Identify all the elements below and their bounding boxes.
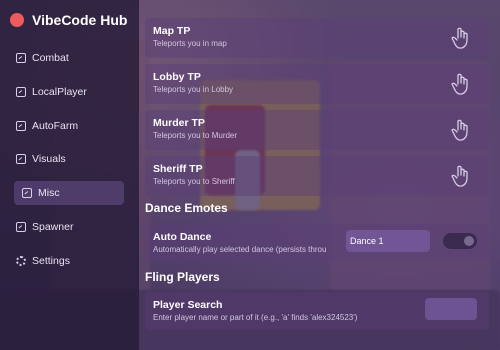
gear-icon bbox=[16, 256, 26, 266]
card-subtitle: Automatically play selected dance (persi… bbox=[153, 245, 327, 254]
player-search-input[interactable] bbox=[425, 298, 477, 320]
card-subtitle: Teleports you in Lobby bbox=[153, 85, 234, 94]
teleport-map-card[interactable]: Map TP Teleports you in map bbox=[145, 18, 489, 58]
sidebar-item-label: LocalPlayer bbox=[32, 86, 87, 98]
brand: VibeCode Hub bbox=[10, 10, 127, 30]
sidebar-item-visuals[interactable]: Visuals bbox=[8, 147, 134, 171]
card-title: Sheriff TP bbox=[153, 163, 203, 175]
hand-pointer-icon[interactable] bbox=[451, 73, 469, 95]
card-subtitle: Teleports you to Murder bbox=[153, 131, 238, 140]
auto-dance-toggle[interactable] bbox=[443, 233, 477, 249]
window-icon bbox=[16, 222, 26, 232]
card-subtitle: Teleports you in map bbox=[153, 39, 227, 48]
hub-window: VibeCode Hub Combat LocalPlayer AutoFarm… bbox=[0, 0, 500, 350]
sidebar-item-label: Misc bbox=[38, 187, 60, 199]
sidebar-item-combat[interactable]: Combat bbox=[8, 46, 134, 70]
window-icon bbox=[16, 53, 26, 63]
sidebar-item-label: Combat bbox=[32, 52, 69, 64]
card-title: Auto Dance bbox=[153, 231, 212, 243]
sidebar-item-settings[interactable]: Settings bbox=[8, 249, 134, 273]
hand-pointer-icon[interactable] bbox=[451, 165, 469, 187]
dance-select[interactable]: Dance 1 bbox=[346, 230, 430, 252]
teleport-lobby-card[interactable]: Lobby TP Teleports you in Lobby bbox=[145, 64, 489, 104]
sidebar-item-spawner[interactable]: Spawner bbox=[8, 215, 134, 239]
sidebar-item-label: Visuals bbox=[32, 153, 66, 165]
card-title: Map TP bbox=[153, 25, 191, 37]
sidebar-item-label: Spawner bbox=[32, 221, 74, 233]
sidebar-item-label: Settings bbox=[32, 255, 70, 267]
section-heading-fling: Fling Players bbox=[145, 270, 220, 284]
card-subtitle: Teleports you to Sheriff bbox=[153, 177, 235, 186]
player-search-card: Player Search Enter player name or part … bbox=[145, 292, 489, 330]
window-icon bbox=[22, 188, 32, 198]
sidebar: VibeCode Hub Combat LocalPlayer AutoFarm… bbox=[0, 0, 139, 350]
toggle-knob bbox=[464, 236, 474, 246]
card-title: Player Search bbox=[153, 299, 223, 311]
hand-pointer-icon[interactable] bbox=[451, 119, 469, 141]
teleport-murder-card[interactable]: Murder TP Teleports you to Murder bbox=[145, 110, 489, 150]
sidebar-item-label: AutoFarm bbox=[32, 120, 79, 132]
teleport-sheriff-card[interactable]: Sheriff TP Teleports you to Sheriff bbox=[145, 156, 489, 196]
main-content: Map TP Teleports you in map Lobby TP Tel… bbox=[139, 0, 500, 350]
card-title: Murder TP bbox=[153, 117, 205, 129]
window-icon bbox=[16, 121, 26, 131]
section-heading-dance: Dance Emotes bbox=[145, 201, 228, 215]
window-icon bbox=[16, 154, 26, 164]
sidebar-item-localplayer[interactable]: LocalPlayer bbox=[8, 80, 134, 104]
app-title: VibeCode Hub bbox=[32, 12, 128, 28]
auto-dance-card: Auto Dance Automatically play selected d… bbox=[145, 224, 489, 262]
window-icon bbox=[16, 87, 26, 97]
hand-pointer-icon[interactable] bbox=[451, 27, 469, 49]
card-subtitle: Enter player name or part of it (e.g., '… bbox=[153, 313, 358, 322]
brand-logo-icon bbox=[10, 13, 24, 27]
sidebar-item-misc[interactable]: Misc bbox=[14, 181, 124, 205]
sidebar-item-autofarm[interactable]: AutoFarm bbox=[8, 114, 134, 138]
card-title: Lobby TP bbox=[153, 71, 201, 83]
